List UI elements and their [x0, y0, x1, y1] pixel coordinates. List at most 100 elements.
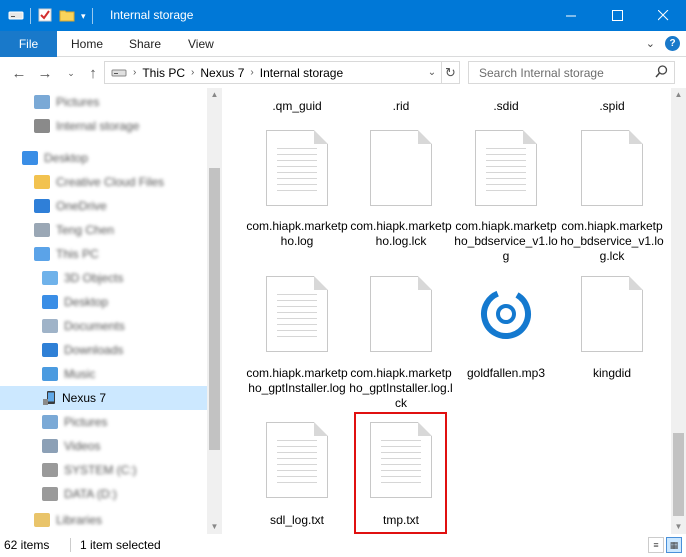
quick-access-toolbar: ▾: [8, 6, 93, 26]
scroll-down-icon[interactable]: ▼: [207, 520, 222, 534]
up-arrow-icon: ↑: [89, 64, 97, 82]
details-view-icon[interactable]: ≡: [648, 537, 664, 553]
drive-icon: [42, 463, 58, 477]
nav-item-internal-storage[interactable]: Internal storage: [0, 114, 207, 138]
text-file-icon: [266, 276, 328, 352]
back-arrow-icon: ←: [11, 64, 27, 82]
file-item[interactable]: sdl_log.txt: [244, 422, 350, 532]
blank-file-icon: [370, 276, 432, 352]
scroll-up-icon[interactable]: ▲: [671, 88, 686, 102]
scroll-down-icon[interactable]: ▼: [671, 520, 686, 534]
minimize-button[interactable]: [548, 0, 594, 31]
folder-icon: [34, 175, 50, 189]
nav-item-desktop-2[interactable]: Desktop: [0, 290, 207, 314]
breadcrumb-nexus-7[interactable]: Nexus 7: [200, 66, 244, 80]
chevron-down-icon: ⌄: [67, 67, 75, 78]
tab-view[interactable]: View: [188, 31, 214, 57]
cloud-icon: [34, 199, 50, 213]
toolbar-separator: [30, 8, 31, 24]
help-icon[interactable]: ?: [665, 36, 680, 51]
title-bar: ▾ Internal storage: [0, 0, 686, 31]
file-item[interactable]: com.hiapk.marketpho.log.lck: [348, 128, 454, 258]
drive-icon: [111, 67, 127, 79]
minimize-icon: [565, 15, 576, 17]
refresh-icon[interactable]: ↻: [441, 62, 459, 83]
back-button[interactable]: ←: [8, 63, 30, 83]
text-file-icon: [266, 422, 328, 498]
customize-toolbar-icon[interactable]: ▾: [81, 11, 86, 22]
text-file-icon: [370, 422, 432, 498]
search-box[interactable]: Search Internal storage: [468, 61, 675, 84]
file-item[interactable]: goldfallen.mp3: [453, 276, 559, 386]
close-icon: [657, 10, 668, 21]
tab-file[interactable]: File: [0, 31, 57, 57]
nav-item-creative-cloud[interactable]: Creative Cloud Files: [0, 170, 207, 194]
address-row: ← → ⌄ ↑ › This PC › Nexus 7 › Internal s…: [0, 57, 686, 88]
view-switcher: ≡ ▦: [648, 537, 682, 553]
address-bar[interactable]: › This PC › Nexus 7 › Internal storage ⌄…: [104, 61, 460, 84]
file-item[interactable]: com.hiapk.marketpho_gptInstaller.log: [244, 276, 350, 416]
nav-item-data-d[interactable]: DATA (D:): [0, 482, 207, 506]
scroll-up-icon[interactable]: ▲: [207, 88, 222, 102]
breadcrumb-chevron-icon[interactable]: ›: [250, 67, 253, 78]
file-list-scroll-thumb[interactable]: [673, 433, 684, 516]
music-icon: [42, 367, 58, 381]
download-icon: [42, 343, 58, 357]
nav-item-pictures[interactable]: Pictures: [0, 90, 207, 114]
breadcrumb-chevron-icon[interactable]: ›: [191, 67, 194, 78]
computer-icon: [34, 247, 50, 261]
properties-icon[interactable]: [37, 7, 53, 26]
desktop-icon: [42, 295, 58, 309]
text-file-icon: [266, 130, 328, 206]
up-button[interactable]: ↑: [82, 63, 104, 83]
maximize-icon: [611, 10, 623, 21]
breadcrumb-internal-storage[interactable]: Internal storage: [260, 66, 343, 80]
search-icon[interactable]: [655, 65, 668, 81]
file-item[interactable]: com.hiapk.marketpho.log: [244, 128, 350, 258]
file-list-scrollbar[interactable]: ▲ ▼: [671, 88, 686, 534]
toolbar-separator: [91, 8, 93, 24]
library-icon: [34, 513, 50, 527]
tab-home[interactable]: Home: [71, 31, 103, 57]
nav-item-this-pc[interactable]: This PC: [0, 242, 207, 266]
file-item[interactable]: com.hiapk.marketpho_bdservice_v1.log.lck: [559, 128, 665, 263]
blank-file-icon: [581, 130, 643, 206]
nav-pane-scroll-thumb[interactable]: [209, 168, 220, 450]
file-item[interactable]: kingdid: [559, 276, 665, 386]
breadcrumb-this-pc[interactable]: This PC: [142, 66, 185, 80]
recent-locations-button[interactable]: ⌄: [60, 63, 82, 83]
maximize-button[interactable]: [594, 0, 640, 31]
address-bar-controls: ⌄ ↻: [423, 62, 459, 83]
file-item-selected[interactable]: tmp.txt: [348, 422, 454, 532]
phone-icon: [42, 390, 58, 406]
nav-item-libraries[interactable]: Libraries: [0, 508, 207, 532]
nav-item-3d-objects[interactable]: 3D Objects: [0, 266, 207, 290]
close-button[interactable]: [640, 0, 686, 31]
desktop-icon: [22, 151, 38, 165]
nav-item-desktop[interactable]: Desktop: [0, 146, 207, 170]
search-input[interactable]: Search Internal storage: [479, 66, 604, 80]
nav-item-onedrive[interactable]: OneDrive: [0, 194, 207, 218]
expand-ribbon-icon[interactable]: ⌄: [646, 37, 655, 50]
nav-item-music[interactable]: Music: [0, 362, 207, 386]
ribbon-controls: ⌄ ?: [646, 36, 680, 51]
new-folder-icon[interactable]: [59, 7, 75, 26]
nav-item-system-c[interactable]: SYSTEM (C:): [0, 458, 207, 482]
nav-item-videos[interactable]: Videos: [0, 434, 207, 458]
forward-button[interactable]: →: [34, 63, 56, 83]
nav-item-user[interactable]: Teng Chen: [0, 218, 207, 242]
large-icons-view-icon[interactable]: ▦: [666, 537, 682, 553]
pictures-icon: [42, 415, 58, 429]
nav-item-documents[interactable]: Documents: [0, 314, 207, 338]
file-item[interactable]: com.hiapk.marketpho_bdservice_v1.log: [453, 128, 559, 263]
nav-pane-scrollbar[interactable]: ▲ ▼: [207, 88, 222, 534]
nav-item-pictures-2[interactable]: Pictures: [0, 410, 207, 434]
breadcrumb-chevron-icon[interactable]: ›: [133, 67, 136, 78]
drive-icon: [42, 487, 58, 501]
nav-item-downloads[interactable]: Downloads: [0, 338, 207, 362]
address-dropdown-icon[interactable]: ⌄: [423, 67, 441, 78]
file-item[interactable]: com.hiapk.marketpho_gptInstaller.log.lck: [348, 276, 454, 416]
tab-share[interactable]: Share: [129, 31, 161, 57]
nav-item-nexus-7[interactable]: Nexus 7: [0, 386, 207, 410]
user-icon: [34, 223, 50, 237]
